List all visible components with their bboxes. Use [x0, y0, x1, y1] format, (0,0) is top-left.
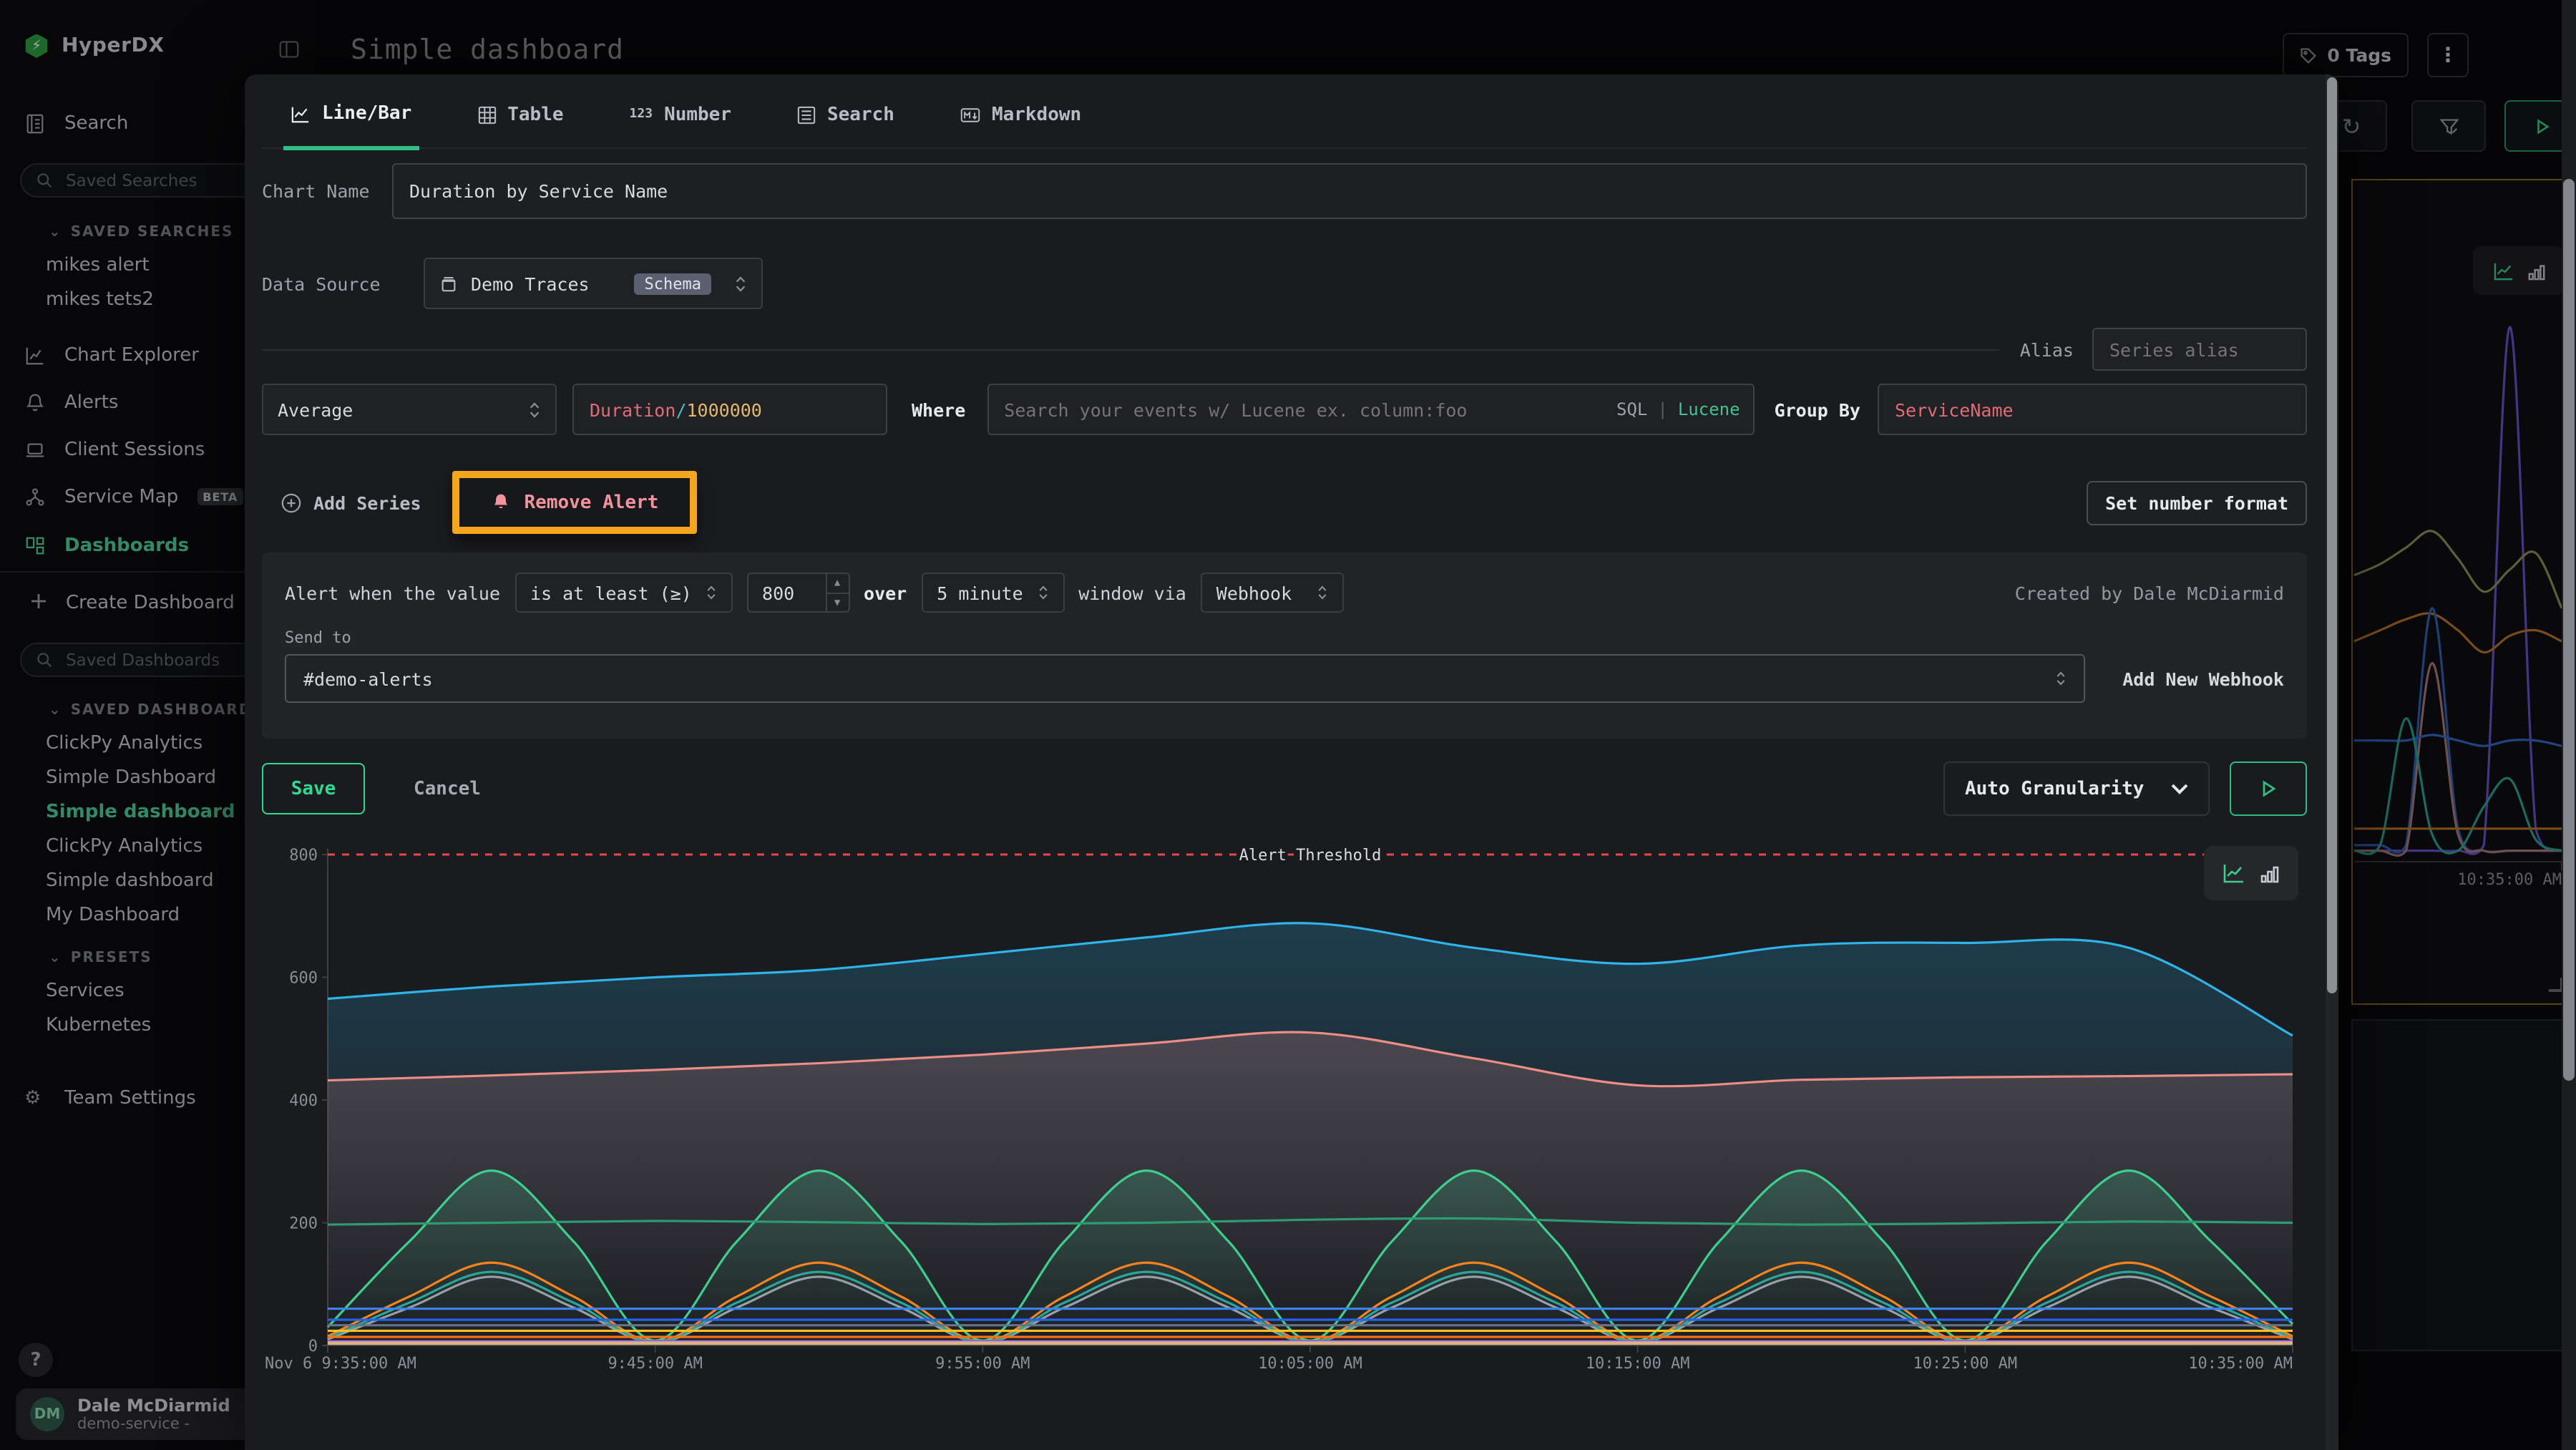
svg-text:400: 400 — [289, 1092, 318, 1110]
data-source-value: Demo Traces — [471, 273, 590, 294]
series-divider — [262, 349, 1999, 351]
page-scrollbar-thumb[interactable] — [2563, 179, 2575, 1081]
formula-input[interactable]: Duration/1000000 — [572, 384, 887, 435]
save-button[interactable]: Save — [262, 763, 365, 814]
svg-text:10:35:00 AM: 10:35:00 AM — [2188, 1355, 2293, 1373]
chart-name-label: Chart Name — [262, 180, 392, 202]
annotation-highlight-ring: Remove Alert — [453, 471, 698, 534]
chart-preview: 0 200 400 600 800 Nov 6 9:35:00 AM 9:45:00 AM 9… — [262, 833, 2307, 1390]
formula-value: 1000000 — [687, 399, 762, 420]
tab-search[interactable]: Search — [790, 99, 902, 147]
alert-settings-panel: Alert when the value is at least (≥) ▲▼ … — [262, 553, 2307, 739]
where-label: Where — [912, 399, 965, 420]
bar-chart-icon[interactable] — [2260, 863, 2280, 883]
plus-circle-icon — [280, 492, 302, 513]
tab-line-bar[interactable]: Line/Bar — [283, 99, 419, 150]
created-by-label: Created by Dale McDiarmid — [2015, 582, 2284, 603]
add-series-button[interactable]: Add Series — [280, 492, 421, 513]
aggregation-select[interactable]: Average — [262, 384, 557, 435]
over-label: over — [864, 582, 907, 603]
chevron-down-icon — [2171, 783, 2188, 794]
svg-text:10:25:00 AM: 10:25:00 AM — [1913, 1355, 2017, 1373]
alert-threshold-input[interactable] — [748, 574, 825, 611]
sql-option[interactable]: SQL — [1616, 399, 1647, 419]
stepper-arrows[interactable]: ▲▼ — [825, 574, 848, 611]
svg-text:Nov 6 9:35:00 AM: Nov 6 9:35:00 AM — [265, 1355, 416, 1373]
add-new-webhook-button[interactable]: Add New Webhook — [2122, 668, 2284, 689]
cancel-button[interactable]: Cancel — [414, 778, 481, 799]
chevron-updown-icon — [1037, 584, 1048, 601]
query-language-toggle[interactable]: SQL | Lucene — [1616, 384, 1740, 435]
modal-scrollbar-thumb[interactable] — [2327, 77, 2337, 993]
chart-type-toggle[interactable] — [2204, 846, 2298, 900]
tab-markdown[interactable]: Markdown — [953, 99, 1088, 147]
svg-text:9:55:00 AM: 9:55:00 AM — [935, 1355, 1030, 1373]
data-source-label: Data Source — [262, 273, 424, 294]
modal-scrollbar[interactable] — [2326, 74, 2338, 1450]
webhook-select[interactable]: #demo-alerts — [285, 654, 2085, 703]
number-123-icon: 123 — [630, 107, 653, 122]
set-number-format-button[interactable]: Set number format — [2087, 480, 2307, 525]
svg-text:0: 0 — [308, 1338, 318, 1356]
remove-alert-button[interactable]: Remove Alert — [460, 478, 691, 527]
chevron-updown-icon — [705, 584, 716, 601]
chart-name-input[interactable] — [392, 163, 2307, 219]
svg-text:10:05:00 AM: 10:05:00 AM — [1258, 1355, 1362, 1373]
group-by-label: Group By — [1775, 399, 1860, 420]
alert-prefix-label: Alert when the value — [285, 582, 500, 603]
granularity-select[interactable]: Auto Granularity — [1943, 762, 2210, 816]
search-list-icon — [797, 105, 816, 124]
alert-window-select[interactable]: 5 minute — [921, 573, 1064, 613]
alert-channel-select[interactable]: Webhook — [1201, 573, 1344, 613]
alias-label: Alias — [2020, 339, 2074, 360]
edit-chart-modal: Line/Bar Table 123 Number Search — [245, 74, 2338, 1450]
chart-type-tabs: Line/Bar Table 123 Number Search — [262, 74, 2307, 149]
alert-condition-select[interactable]: is at least (≥) — [514, 573, 732, 613]
svg-text:200: 200 — [289, 1215, 318, 1233]
svg-text:10:15:00 AM: 10:15:00 AM — [1586, 1355, 1690, 1373]
send-to-label: Send to — [285, 628, 2284, 647]
svg-text:600: 600 — [289, 970, 318, 988]
data-source-select[interactable]: Demo Traces Schema — [424, 258, 763, 309]
bell-icon — [492, 492, 512, 512]
line-chart-icon[interactable] — [2223, 863, 2245, 883]
chevron-updown-icon — [734, 274, 747, 293]
tab-table[interactable]: Table — [470, 99, 570, 147]
formula-field: Duration — [590, 399, 675, 420]
chevron-updown-icon — [2055, 670, 2067, 687]
svg-text:Alert Threshold: Alert Threshold — [1239, 847, 1382, 865]
line-chart-icon — [291, 105, 311, 122]
schema-badge: Schema — [635, 273, 712, 294]
svg-text:800: 800 — [289, 847, 318, 865]
chevron-updown-icon — [1317, 584, 1328, 601]
alias-input[interactable] — [2092, 328, 2307, 371]
table-icon — [477, 105, 496, 124]
svg-text:9:45:00 AM: 9:45:00 AM — [608, 1355, 702, 1373]
group-by-value: ServiceName — [1895, 399, 2014, 420]
window-via-label: window via — [1078, 582, 1186, 603]
alert-threshold-stepper[interactable]: ▲▼ — [746, 573, 849, 613]
database-icon — [439, 274, 458, 293]
app-root: ⚡ HyperDX Search ⌄ SAVED SEARCHES mikes … — [0, 0, 2576, 1450]
tab-number[interactable]: 123 Number — [623, 99, 738, 147]
page-scrollbar[interactable] — [2562, 0, 2576, 1450]
group-by-input[interactable]: ServiceName — [1878, 384, 2307, 435]
aggregation-value: Average — [278, 399, 353, 420]
chevron-updown-icon — [528, 400, 541, 419]
run-chart-button[interactable] — [2230, 762, 2307, 816]
markdown-icon — [960, 107, 980, 122]
duration-chart: 0 200 400 600 800 Nov 6 9:35:00 AM 9:45:00 AM 9… — [262, 833, 2313, 1384]
formula-operator: / — [675, 399, 686, 420]
lucene-option[interactable]: Lucene — [1678, 399, 1740, 419]
